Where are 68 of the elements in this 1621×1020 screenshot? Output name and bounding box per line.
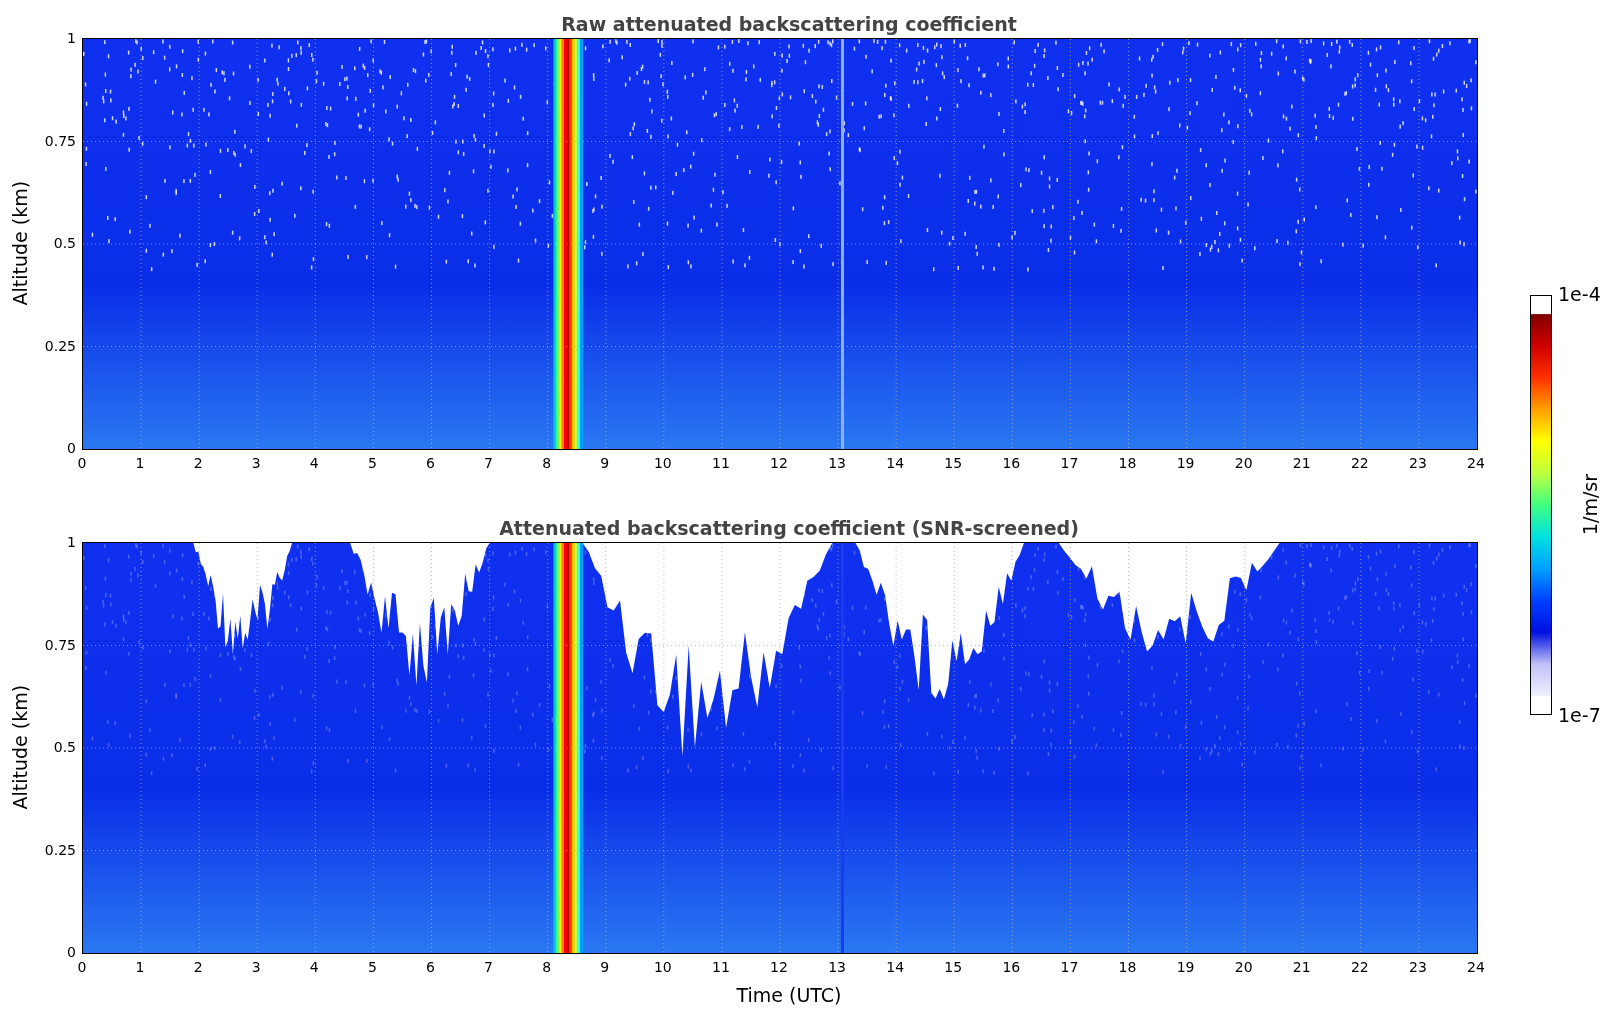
x-tick-label: 24 (1467, 960, 1485, 974)
y-tick-label: 1 (67, 31, 76, 45)
x-tick-label: 9 (600, 456, 610, 470)
x-tick-label: 14 (886, 960, 905, 974)
y-tick-label: 0.25 (44, 338, 76, 353)
y-tick-label: 0.5 (53, 236, 76, 250)
x-tick-label: 20 (1234, 456, 1253, 470)
x-tick-label: 15 (944, 456, 963, 470)
x-tick-label: 17 (1060, 960, 1079, 974)
x-tick-label: 3 (251, 456, 261, 470)
x-tick-label: 14 (886, 456, 905, 470)
x-tick-label: 4 (309, 960, 319, 974)
x-tick-label: 22 (1350, 456, 1369, 470)
x-tick-label: 2 (193, 456, 203, 470)
x-tick-label: 6 (426, 960, 435, 974)
x-tick-label: 8 (542, 960, 552, 974)
y-tick-label: 0 (67, 441, 76, 455)
y-tick-label: 0 (67, 945, 76, 959)
x-tick-label: 22 (1350, 960, 1369, 974)
y-tick-label: 0.75 (44, 133, 76, 148)
y-tick-label: 0.75 (44, 637, 76, 652)
colorbar-min-label: 1e-7 (1558, 706, 1601, 725)
x-tick-label: 16 (1002, 960, 1021, 974)
x-tick-label: 12 (770, 960, 788, 974)
x-tick-label: 20 (1234, 960, 1253, 974)
x-tick-label: 1 (135, 456, 145, 470)
x-tick-label: 13 (828, 960, 846, 974)
x-tick-label: 1 (135, 960, 145, 974)
x-tick-label: 11 (712, 960, 730, 974)
x-tick-label: 19 (1176, 960, 1195, 974)
x-tick-label: 10 (653, 960, 672, 974)
x-tick-label: 0 (77, 456, 87, 470)
x-tick-label: 18 (1118, 456, 1137, 470)
x-tick-label: 6 (426, 456, 435, 470)
x-tick-label: 21 (1292, 960, 1311, 974)
x-tick-label: 7 (484, 456, 494, 470)
chart-title: Attenuated backscattering coefficient (SNR-screened) (499, 519, 1079, 538)
x-tick-label: 17 (1060, 456, 1079, 470)
y-tick-label: 0.5 (53, 740, 76, 754)
x-tick-label: 13 (828, 456, 846, 470)
x-tick-label: 24 (1467, 456, 1485, 470)
x-tick-label: 9 (600, 960, 610, 974)
x-tick-label: 11 (712, 456, 730, 470)
y-axis-label: Altitude (km) (7, 684, 32, 810)
x-tick-label: 18 (1118, 960, 1137, 974)
x-tick-label: 5 (367, 456, 377, 470)
y-axis-label: Altitude (km) (7, 180, 32, 306)
x-tick-label: 21 (1292, 456, 1311, 470)
colorbar-label: 1/m/sr (1581, 473, 1601, 536)
colorbar-max-label: 1e-4 (1558, 285, 1601, 304)
x-tick-label: 3 (251, 960, 261, 974)
x-tick-label: 4 (309, 456, 319, 470)
x-tick-label: 12 (770, 456, 788, 470)
x-tick-label: 8 (542, 456, 552, 470)
x-tick-label: 7 (484, 960, 494, 974)
x-tick-label: 0 (77, 960, 87, 974)
chart-title: Raw attenuated backscattering coefficient (561, 15, 1017, 34)
x-tick-label: 15 (944, 960, 963, 974)
x-tick-label: 23 (1409, 456, 1427, 470)
x-tick-label: 2 (193, 960, 203, 974)
x-tick-label: 23 (1409, 960, 1427, 974)
x-axis-label: Time (UTC) (736, 986, 842, 1005)
x-tick-label: 5 (367, 960, 377, 974)
y-tick-label: 1 (67, 535, 76, 549)
y-tick-label: 0.25 (44, 842, 76, 857)
x-tick-label: 10 (653, 456, 672, 470)
x-tick-label: 19 (1176, 456, 1195, 470)
x-tick-label: 16 (1002, 456, 1021, 470)
